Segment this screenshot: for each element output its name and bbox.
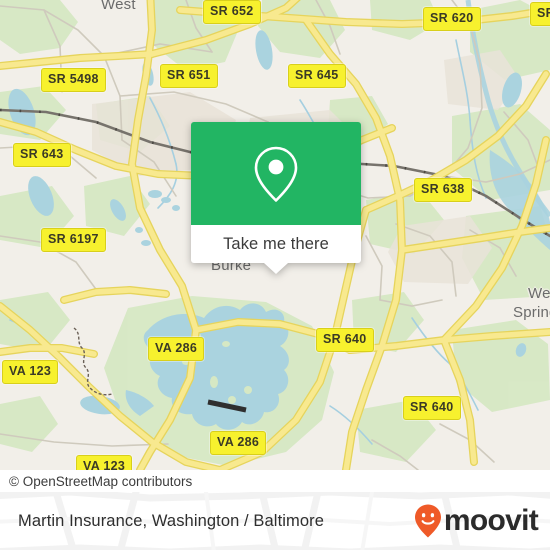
moovit-smiling-pin-icon — [414, 504, 441, 538]
poi-card-pointer-tail — [264, 263, 288, 274]
road-shield-sr-640-a[interactable]: SR 640 — [316, 328, 374, 352]
road-shield-sr-643[interactable]: SR 643 — [13, 143, 71, 167]
poi-title: Martin Insurance, Washington / Baltimore — [18, 511, 325, 530]
map-canvas[interactable]: West Burke We Spring SR 652 SR 620 SR SR… — [0, 0, 550, 470]
footer-content: Martin Insurance, Washington / Baltimore… — [0, 492, 550, 550]
moovit-wordmark: moovit — [443, 504, 539, 537]
openstreetmap-attribution[interactable]: © OpenStreetMap contributors — [0, 474, 192, 489]
road-shield-sr-651[interactable]: SR 651 — [160, 64, 218, 88]
poi-card-header — [191, 122, 361, 225]
screen-root: West Burke We Spring SR 652 SR 620 SR SR… — [0, 0, 550, 550]
page-footer: Martin Insurance, Washington / Baltimore… — [0, 492, 550, 550]
take-me-there-label: Take me there — [223, 234, 329, 253]
moovit-logo[interactable]: moovit — [413, 503, 539, 539]
road-shield-sr-6197[interactable]: SR 6197 — [41, 228, 106, 252]
poi-card-footer[interactable]: Take me there — [191, 225, 361, 274]
road-shield-sr-5498[interactable]: SR 5498 — [41, 68, 106, 92]
road-shield-va-286-b[interactable]: VA 286 — [210, 431, 267, 455]
road-shield-va-123-a[interactable]: VA 123 — [2, 360, 59, 384]
road-shield-va-123-b[interactable]: VA 123 — [76, 455, 133, 470]
road-shield-sr-640-b[interactable]: SR 640 — [403, 396, 461, 420]
map-attribution-bar: © OpenStreetMap contributors — [0, 470, 550, 492]
road-shield-sr-edge[interactable]: SR — [530, 2, 550, 26]
map-pin-icon — [254, 146, 298, 202]
poi-callout-card[interactable]: Take me there — [191, 122, 361, 274]
road-shield-sr-645[interactable]: SR 645 — [288, 64, 346, 88]
road-shield-sr-638[interactable]: SR 638 — [414, 178, 472, 202]
road-shield-va-286-a[interactable]: VA 286 — [148, 337, 205, 361]
road-shield-sr-620[interactable]: SR 620 — [423, 7, 481, 31]
road-shield-sr-652[interactable]: SR 652 — [203, 0, 261, 24]
